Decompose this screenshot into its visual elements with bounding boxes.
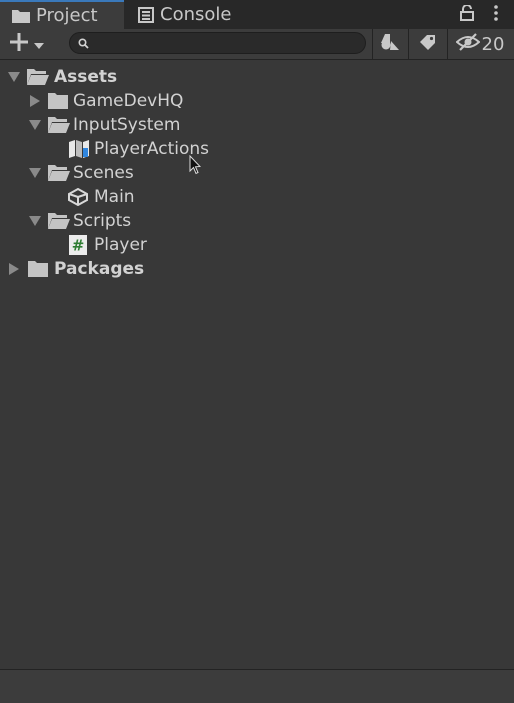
collapsed-arrow-icon[interactable]: [8, 263, 20, 275]
tree-item-scenes[interactable]: Scenes: [0, 161, 514, 185]
tree-item-label: Scenes: [73, 163, 134, 183]
folder-icon: [48, 93, 68, 109]
chevron-down-icon: [33, 35, 45, 54]
tree-item-main[interactable]: Main: [0, 185, 514, 209]
csharp-script-icon: #: [69, 235, 87, 255]
folder-icon: [12, 9, 30, 23]
tag-icon: [419, 34, 437, 54]
kebab-menu-icon[interactable]: [494, 5, 498, 25]
status-bar: [0, 669, 514, 703]
tree-item-label: InputSystem: [73, 115, 181, 135]
tree-item-inputsystem[interactable]: InputSystem: [0, 113, 514, 137]
open-folder-icon: [48, 213, 70, 229]
search-by-type-button[interactable]: [373, 29, 407, 59]
tree-item-label: Player: [94, 235, 147, 255]
type-filter-icon: [380, 33, 400, 55]
expanded-arrow-icon[interactable]: [29, 215, 41, 227]
tree-item-player[interactable]: # Player: [0, 233, 514, 257]
search-by-label-button[interactable]: [409, 29, 446, 59]
tree-item-label: GameDevHQ: [73, 91, 184, 111]
folder-icon: [28, 261, 48, 277]
tree-item-label: Packages: [54, 259, 145, 279]
search-icon: [78, 34, 89, 53]
hidden-packages-count: 20: [481, 33, 505, 55]
unity-scene-icon: [68, 188, 88, 206]
project-toolbar: 20: [0, 29, 514, 60]
project-tree: Assets GameDevHQ InputSystem PlayerActio…: [0, 61, 514, 669]
plus-icon: [8, 31, 30, 57]
tree-item-packages[interactable]: Packages: [0, 257, 514, 281]
tree-item-label: Main: [94, 187, 135, 207]
lock-icon[interactable]: [460, 4, 474, 25]
tab-label: Console: [160, 4, 232, 25]
create-button[interactable]: [8, 32, 52, 56]
project-window: Project Console 20 Assets GameDevHQ Inpu…: [0, 0, 514, 703]
expanded-arrow-icon[interactable]: [8, 71, 20, 83]
open-folder-icon: [48, 117, 70, 133]
input-actions-asset-icon: [68, 140, 90, 158]
mouse-cursor-icon: [189, 154, 202, 179]
tree-item-playeractions[interactable]: PlayerActions: [0, 137, 514, 161]
open-folder-icon: [27, 69, 49, 85]
expanded-arrow-icon[interactable]: [29, 167, 41, 179]
eye-slash-icon: [455, 33, 481, 55]
search-input[interactable]: [93, 34, 357, 52]
tab-label: Project: [36, 5, 98, 26]
tree-item-label: Scripts: [73, 211, 132, 231]
tree-item-gamedevhq[interactable]: GameDevHQ: [0, 89, 514, 113]
tab-console[interactable]: Console: [138, 0, 258, 29]
collapsed-arrow-icon[interactable]: [29, 95, 41, 107]
tree-item-label: Assets: [54, 67, 118, 87]
open-folder-icon: [48, 165, 70, 181]
hidden-packages-toggle[interactable]: 20: [452, 29, 508, 59]
tab-project[interactable]: Project: [0, 0, 124, 29]
tree-item-scripts[interactable]: Scripts: [0, 209, 514, 233]
tree-item-assets[interactable]: Assets: [0, 65, 514, 89]
tab-bar: Project Console: [0, 0, 514, 29]
search-field[interactable]: [69, 32, 366, 54]
toolbar-divider: [447, 29, 448, 59]
console-icon: [138, 6, 154, 23]
expanded-arrow-icon[interactable]: [29, 119, 41, 131]
svg-text:#: #: [72, 237, 85, 255]
